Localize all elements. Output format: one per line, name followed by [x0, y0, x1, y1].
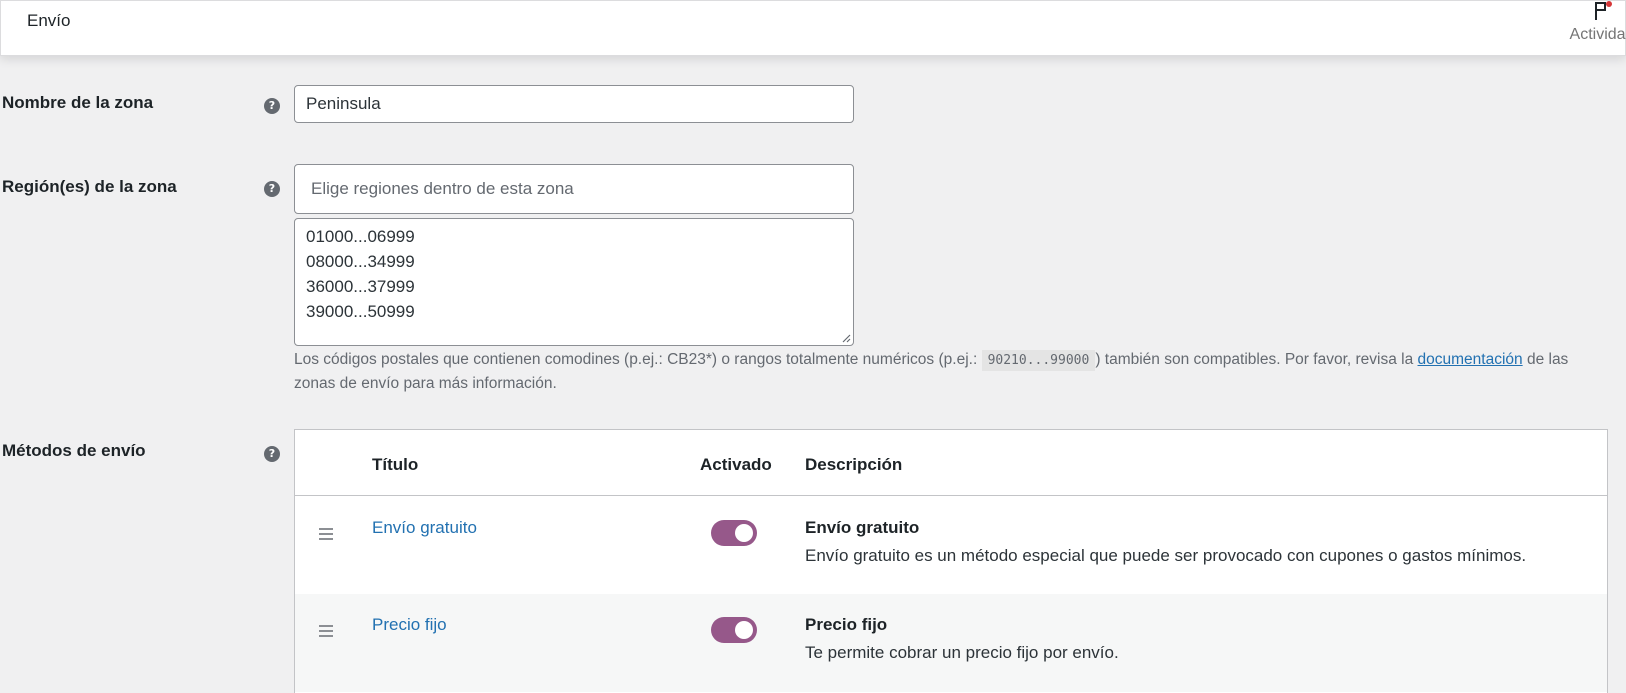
- activity-label: Actividad: [1569, 26, 1626, 43]
- postcode-range-example: 90210...99000: [981, 350, 1096, 371]
- activity-button[interactable]: Actividad: [1557, 1, 1626, 44]
- enabled-toggle[interactable]: [711, 617, 757, 643]
- postcode-line: 36000...37999: [306, 277, 415, 296]
- zone-name-input[interactable]: [294, 85, 854, 123]
- shipping-methods-label: Métodos de envío: [2, 441, 146, 460]
- method-description-title: Precio fijo: [805, 615, 888, 634]
- postcode-line: 08000...34999: [306, 252, 415, 271]
- shipping-methods-table: Título Activado Descripción Envío gratui…: [294, 429, 1608, 693]
- method-title-link[interactable]: Envío gratuito: [372, 518, 477, 538]
- method-title-link[interactable]: Precio fijo: [372, 615, 447, 635]
- enabled-toggle[interactable]: [711, 520, 757, 546]
- column-header-title: Título: [372, 455, 419, 474]
- zone-regions-label: Región(es) de la zona: [2, 177, 177, 196]
- table-row: Precio fijo Precio fijo Te permite cobra…: [295, 594, 1607, 692]
- method-description-title: Envío gratuito: [805, 518, 920, 537]
- drag-handle-icon[interactable]: [319, 528, 333, 543]
- help-icon[interactable]: ?: [264, 181, 280, 197]
- column-header-description: Descripción: [805, 455, 903, 474]
- flag-icon: [1595, 1, 1612, 20]
- help-text-part: Los códigos postales que contienen comod…: [294, 351, 982, 368]
- method-description: Te permite cobrar un precio fijo por env…: [805, 643, 1119, 662]
- postcode-line: 01000...06999: [306, 227, 415, 246]
- top-bar: Envío Actividad: [0, 0, 1626, 56]
- postcodes-textarea[interactable]: 01000...06999 08000...34999 36000...3799…: [294, 218, 854, 346]
- postcode-line: 39000...50999: [306, 302, 415, 321]
- column-header-enabled: Activado: [700, 455, 772, 474]
- help-icon[interactable]: ?: [264, 446, 280, 462]
- page-title: Envío: [27, 11, 71, 30]
- help-icon[interactable]: ?: [264, 98, 280, 114]
- table-row: Envío gratuito Envío gratuito Envío grat…: [295, 496, 1607, 594]
- method-description: Envío gratuito es un método especial que…: [805, 546, 1527, 565]
- region-search-input[interactable]: [294, 164, 854, 214]
- postcode-help-text: Los códigos postales que contienen comod…: [294, 348, 1604, 395]
- resize-handle-icon[interactable]: [841, 333, 851, 343]
- drag-handle-icon[interactable]: [319, 625, 333, 640]
- help-text-part: ) también son compatibles. Por favor, re…: [1095, 351, 1418, 368]
- zone-name-label: Nombre de la zona: [2, 93, 154, 112]
- documentation-link[interactable]: documentación: [1418, 351, 1523, 368]
